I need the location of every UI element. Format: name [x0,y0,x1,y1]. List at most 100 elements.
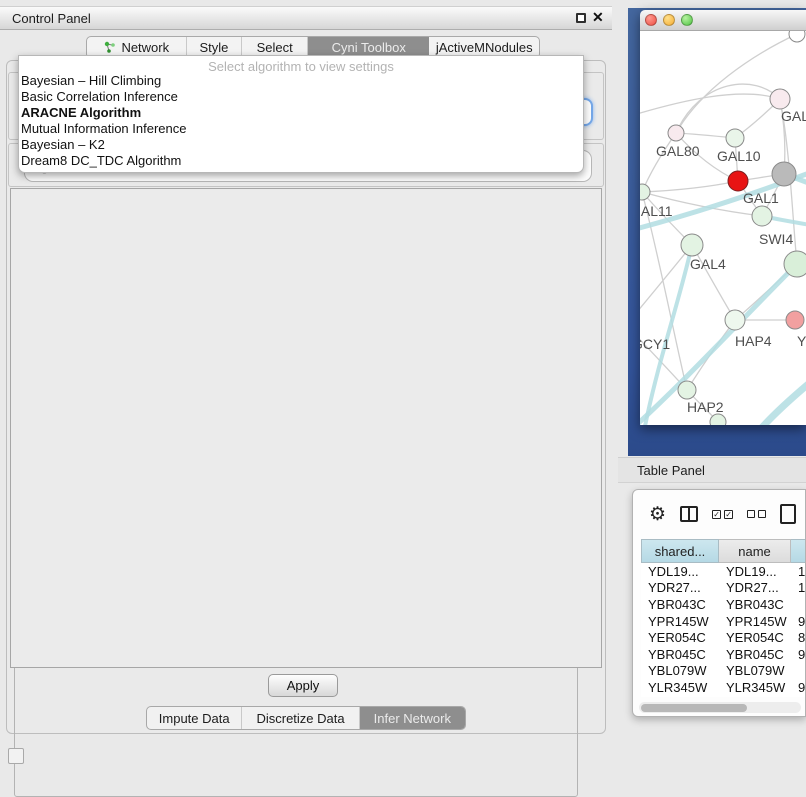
minimize-traffic-light-icon[interactable] [663,14,675,26]
tab-network-label: Network [121,40,169,55]
network-edge[interactable] [640,94,780,116]
network-edge[interactable] [752,376,806,425]
node-label: GAL1 [743,190,779,206]
network-node[interactable] [681,234,703,256]
table-row[interactable]: YER054CYER054C8. [641,629,806,646]
table-cell: YPR145W [719,614,791,629]
algorithm-dropdown-prompt: Select algorithm to view settings [19,56,583,73]
table-header-row: shared... name [641,539,806,563]
network-canvas[interactable]: GALGAL80GAL10GAL1GAL11GAL4SWI4GCY1HAP4YH… [640,31,806,425]
algorithm-option[interactable]: Bayesian – K2 [19,137,583,153]
algorithm-dropdown-list: Bayesian – Hill ClimbingBasic Correlatio… [19,73,583,169]
table-cell: 9. [791,614,806,629]
table-row[interactable]: YBL079WYBL079W [641,663,806,680]
float-window-icon[interactable] [576,13,586,23]
close-traffic-light-icon[interactable] [645,14,657,26]
select-all-icon[interactable]: ✓✓ [712,510,733,519]
split-pane-icon[interactable] [680,506,698,522]
node-label: GAL [781,108,806,124]
table-cell: 9. [791,647,806,662]
network-canvas-svg: GALGAL80GAL10GAL1GAL11GAL4SWI4GCY1HAP4YH… [640,31,806,425]
bottom-tabbar: Impute Data Discretize Data Infer Networ… [146,706,466,730]
table-cell: 12 [791,580,806,595]
table-window: ⚙ ✓✓ shared... name YDL19...YDL19...13YD… [632,489,806,717]
table-panel-title: Table Panel [637,463,705,478]
table-cell: YER054C [641,630,719,645]
network-edge[interactable] [676,34,797,133]
table-body[interactable]: YDL19...YDL19...13YDR27...YDR27...12YBR0… [641,563,806,697]
control-panel-titlebar: Control Panel [0,6,612,30]
table-hscrollbar-thumb[interactable] [641,704,747,712]
network-node[interactable] [786,311,804,329]
tab-infer-network[interactable]: Infer Network [360,707,465,729]
network-node[interactable] [789,31,805,42]
close-icon[interactable]: ✕ [592,9,604,26]
network-node[interactable] [752,206,772,226]
table-cell: YBR045C [641,647,719,662]
table-cell: 13 [791,564,806,579]
table-row[interactable]: YDL19...YDL19...13 [641,563,806,580]
network-node[interactable] [772,162,796,186]
zoom-traffic-light-icon[interactable] [681,14,693,26]
table-cell: YLR345W [641,680,719,695]
algorithm-option[interactable]: Bayesian – Hill Climbing [19,73,583,89]
app-root: { "control_panel": { "title": "Control P… [0,0,806,762]
table-row[interactable]: YLR345WYLR345W9. [641,679,806,696]
table-row[interactable]: YIL052CYIL052C9 [641,696,806,697]
network-node[interactable] [784,251,806,277]
table-cell: YDL19... [641,564,719,579]
settings-scrollpane [10,188,602,668]
network-node[interactable] [725,310,745,330]
apply-button[interactable]: Apply [268,674,338,697]
column-header-partial[interactable] [791,539,806,563]
document-icon[interactable] [780,504,796,524]
network-edge[interactable] [642,181,738,192]
network-node[interactable] [710,414,726,425]
column-header-shared-name[interactable]: shared... [641,539,719,563]
table-cell: YDR27... [641,580,719,595]
node-label: Y [797,333,806,349]
table-cell: YBR043C [719,597,791,612]
network-icon [103,41,116,54]
table-cell: YPR145W [641,614,719,629]
table-cell: YER054C [719,630,791,645]
node-label: GAL80 [656,143,700,159]
table-toolbar: ⚙ ✓✓ [633,490,805,538]
network-view-window: GALGAL80GAL10GAL1GAL11GAL4SWI4GCY1HAP4YH… [640,10,806,425]
gear-icon[interactable]: ⚙ [649,505,666,524]
node-label: SWI4 [759,231,793,247]
network-edge[interactable] [676,84,780,133]
network-node[interactable] [728,171,748,191]
table-cell: YBL079W [719,663,791,678]
table-row[interactable]: YDR27...YDR27...12 [641,580,806,597]
network-window-titlebar [640,10,806,31]
table-cell: 9. [791,680,806,695]
algorithm-option[interactable]: Basic Correlation Inference [19,89,583,105]
table-cell: YDL19... [719,564,791,579]
tab-impute-data[interactable]: Impute Data [147,707,242,729]
network-node[interactable] [678,381,696,399]
node-label: GAL4 [690,256,726,272]
node-label: GAL10 [717,148,761,164]
tab-discretize-data[interactable]: Discretize Data [242,707,359,729]
network-node[interactable] [770,89,790,109]
table-row[interactable]: YBR045CYBR045C9. [641,646,806,663]
algorithm-option[interactable]: Dream8 DC_TDC Algorithm [19,153,583,169]
table-cell: YBR045C [719,647,791,662]
network-edge[interactable] [640,245,692,325]
table-panel-titlebar: Table Panel [618,457,806,483]
table-cell: YDR27... [719,580,791,595]
control-panel-title: Control Panel [12,11,91,26]
column-header-name[interactable]: name [719,539,791,563]
network-node[interactable] [726,129,744,147]
table-cell: YBR043C [641,597,719,612]
table-row[interactable]: YBR043CYBR043C [641,596,806,613]
deselect-all-icon[interactable] [747,510,766,518]
network-edge[interactable] [642,133,676,192]
table-row[interactable]: YPR145WYPR145W9. [641,613,806,630]
network-node[interactable] [640,184,650,200]
algorithm-option[interactable]: ARACNE Algorithm [19,105,583,121]
algorithm-option[interactable]: Mutual Information Inference [19,121,583,137]
network-node[interactable] [668,125,684,141]
node-label: GCY1 [640,336,670,352]
